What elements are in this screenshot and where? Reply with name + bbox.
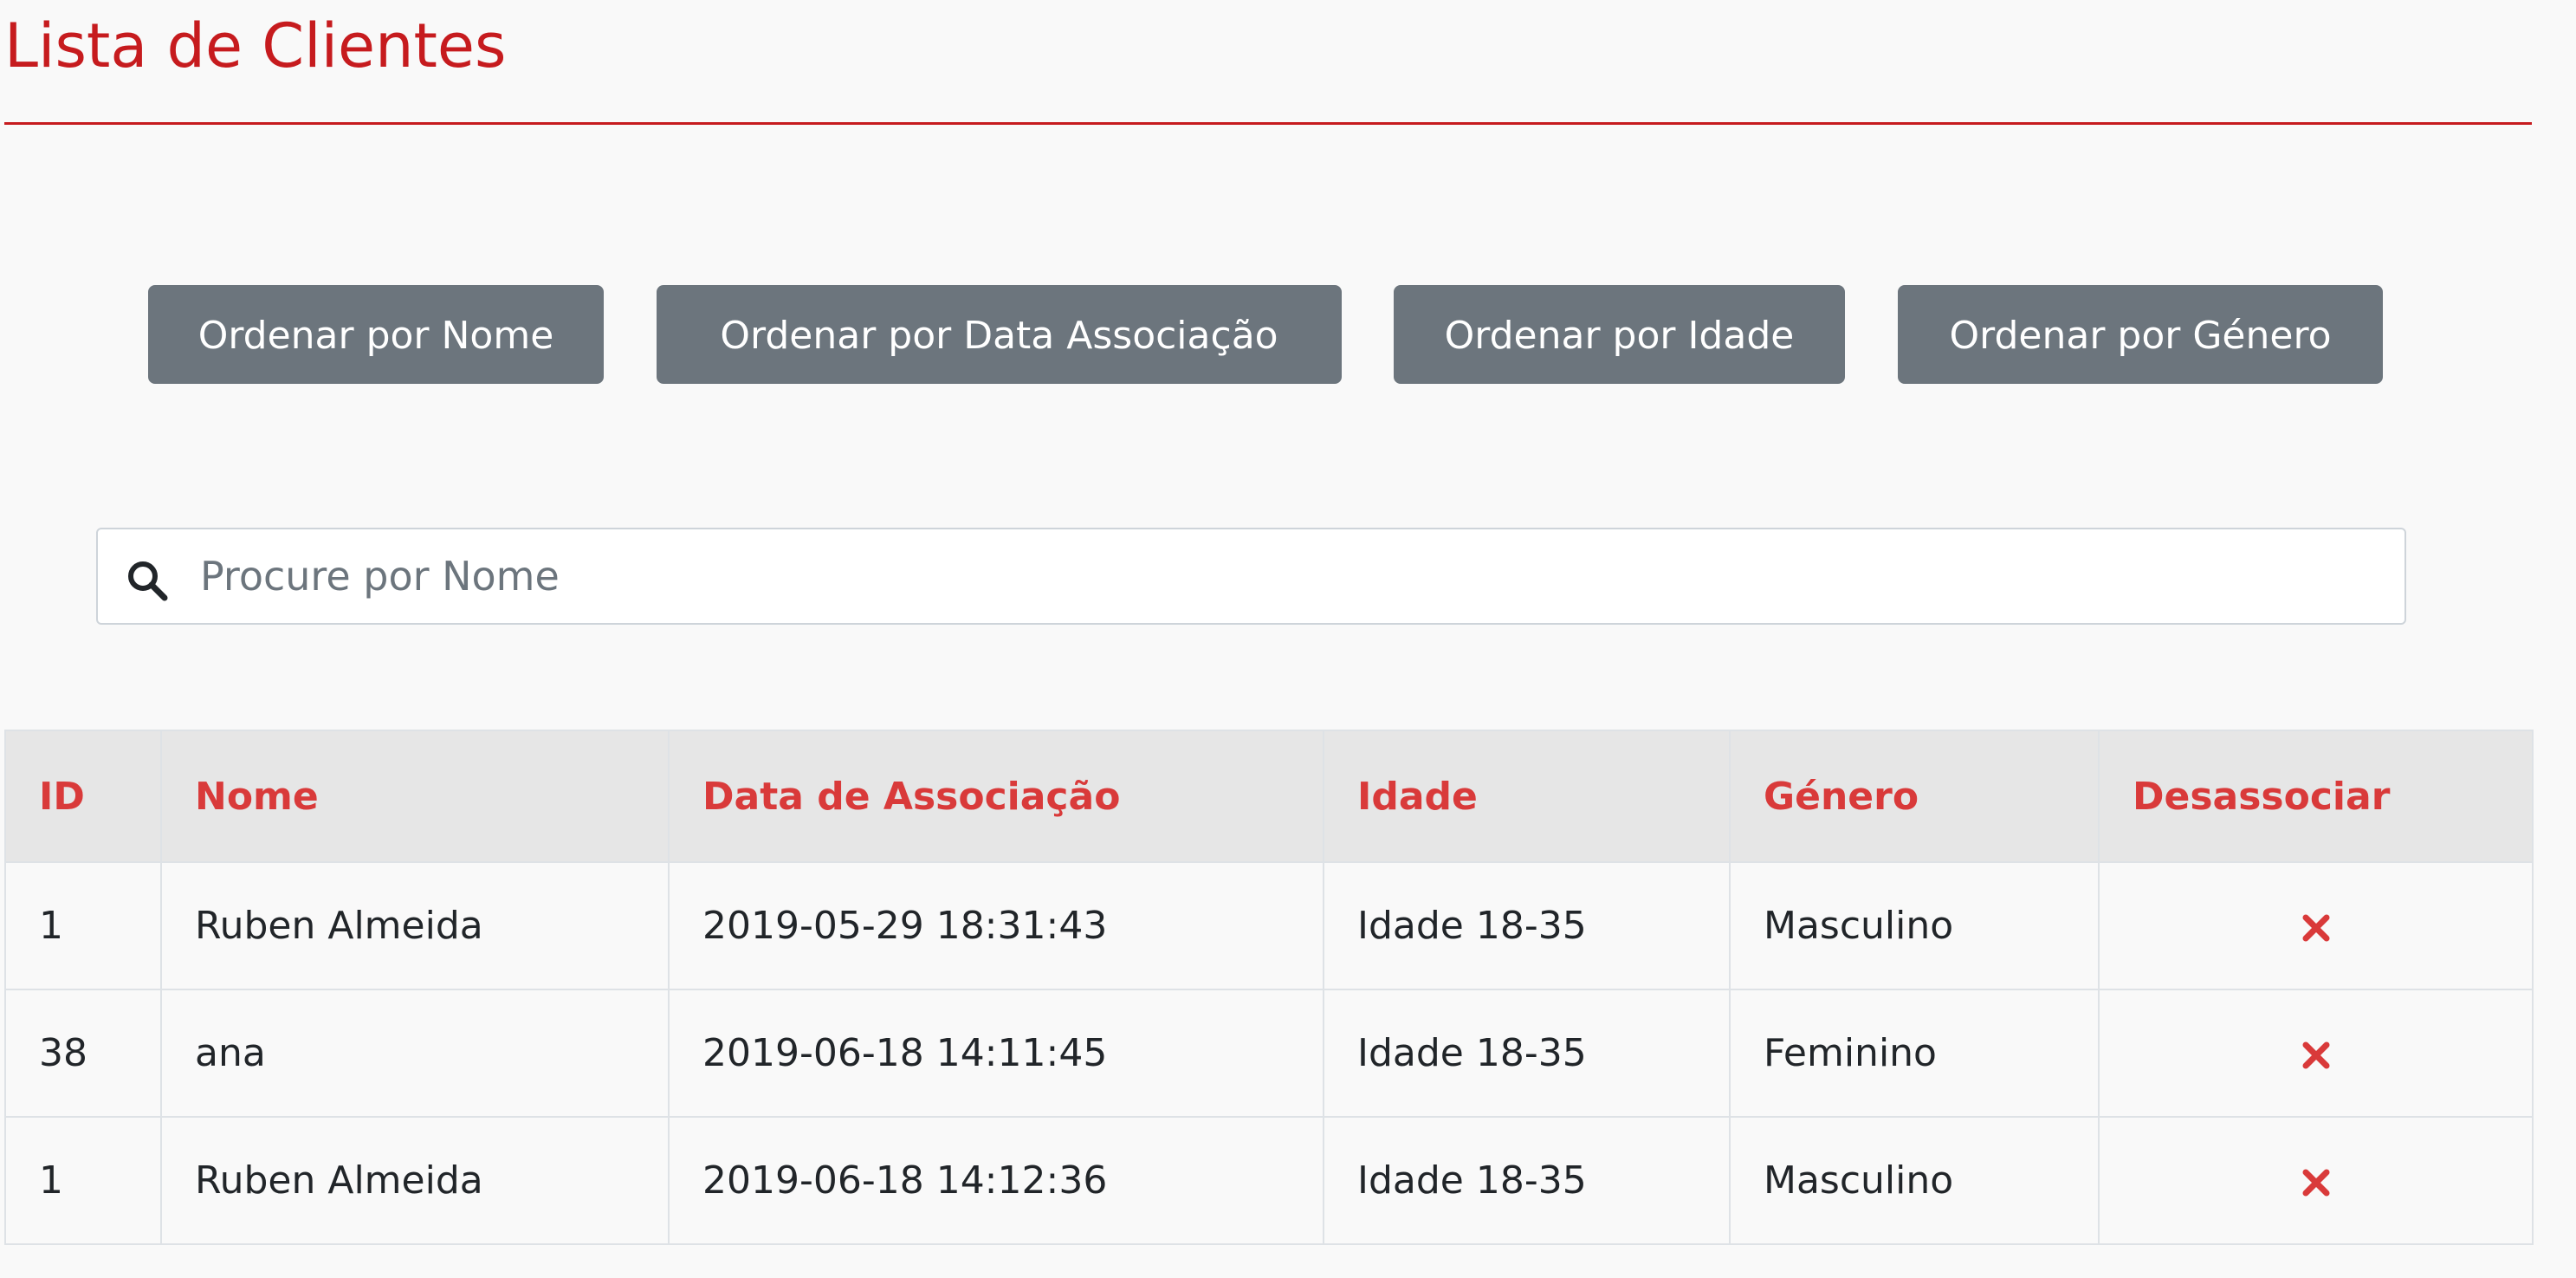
- column-header-desassociar: Desassociar: [2098, 730, 2534, 863]
- cell-id: 1: [4, 1116, 162, 1245]
- cell-idade: Idade 18-35: [1323, 989, 1731, 1118]
- sort-by-age-button[interactable]: Ordenar por Idade: [1394, 285, 1845, 384]
- cell-nome: Ruben Almeida: [160, 861, 670, 990]
- remove-icon[interactable]: [2301, 913, 2331, 943]
- cell-id: 1: [4, 861, 162, 990]
- cell-genero: Feminino: [1729, 989, 2100, 1118]
- column-header-genero: Género: [1729, 730, 2100, 863]
- page-title: Lista de Clientes: [4, 10, 507, 81]
- cell-genero: Masculino: [1729, 861, 2100, 990]
- cell-data: 2019-06-18 14:12:36: [668, 1116, 1324, 1245]
- column-header-idade: Idade: [1323, 730, 1731, 863]
- table-row: 1 Ruben Almeida 2019-05-29 18:31:43 Idad…: [4, 861, 2534, 990]
- cell-desassociar: [2098, 1116, 2534, 1245]
- column-header-nome: Nome: [160, 730, 670, 863]
- sort-by-gender-button[interactable]: Ordenar por Género: [1898, 285, 2383, 384]
- cell-data: 2019-06-18 14:11:45: [668, 989, 1324, 1118]
- sort-by-date-button[interactable]: Ordenar por Data Associação: [657, 285, 1342, 384]
- cell-id: 38: [4, 989, 162, 1118]
- cell-desassociar: [2098, 861, 2534, 990]
- column-header-data: Data de Associação: [668, 730, 1324, 863]
- cell-idade: Idade 18-35: [1323, 1116, 1731, 1245]
- table-row: 1 Ruben Almeida 2019-06-18 14:12:36 Idad…: [4, 1116, 2534, 1245]
- table-header-row: ID Nome Data de Associação Idade Género …: [4, 730, 2534, 863]
- cell-data: 2019-05-29 18:31:43: [668, 861, 1324, 990]
- sort-by-name-button[interactable]: Ordenar por Nome: [148, 285, 604, 384]
- clients-table: ID Nome Data de Associação Idade Género …: [4, 730, 2534, 1245]
- cell-genero: Masculino: [1729, 1116, 2100, 1245]
- search-box[interactable]: [96, 528, 2406, 625]
- remove-icon[interactable]: [2301, 1168, 2331, 1197]
- cell-nome: ana: [160, 989, 670, 1118]
- search-icon: [126, 559, 169, 602]
- column-header-id: ID: [4, 730, 162, 863]
- cell-idade: Idade 18-35: [1323, 861, 1731, 990]
- cell-nome: Ruben Almeida: [160, 1116, 670, 1245]
- table-row: 38 ana 2019-06-18 14:11:45 Idade 18-35 F…: [4, 989, 2534, 1118]
- remove-icon[interactable]: [2301, 1041, 2331, 1070]
- title-divider: [4, 122, 2532, 125]
- search-input[interactable]: [200, 536, 2383, 616]
- cell-desassociar: [2098, 989, 2534, 1118]
